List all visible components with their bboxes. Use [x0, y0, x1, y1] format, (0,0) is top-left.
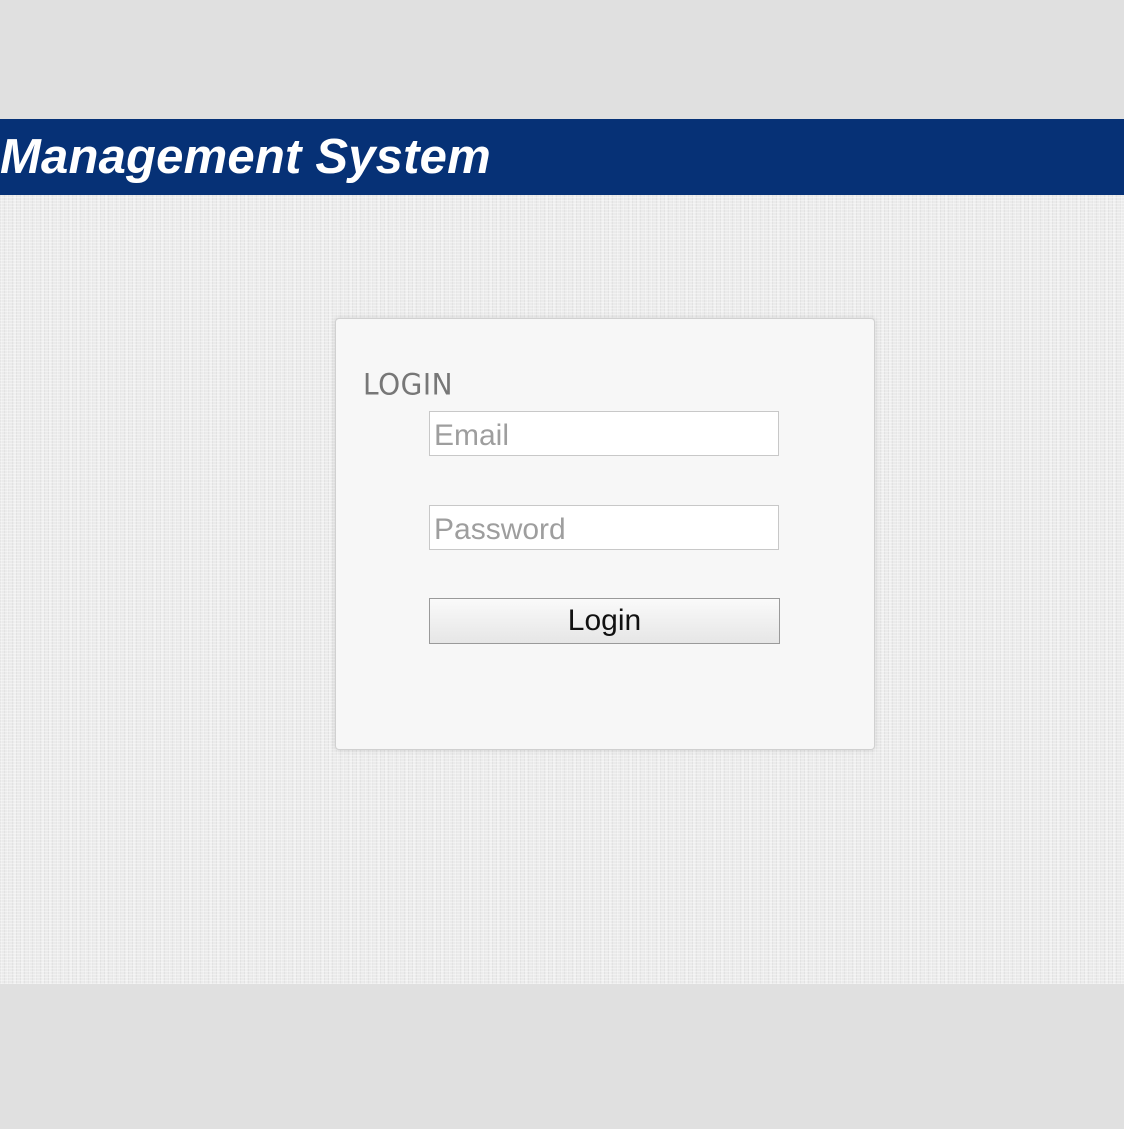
app-title: Management System — [0, 130, 491, 184]
page: Management System LOGIN Login — [0, 0, 1124, 1129]
login-button[interactable]: Login — [429, 598, 780, 644]
password-field[interactable] — [429, 505, 779, 550]
login-form: LOGIN Login — [335, 318, 875, 750]
header-bar: Management System — [0, 119, 1124, 195]
email-field[interactable] — [429, 411, 779, 456]
login-heading: LOGIN — [363, 367, 454, 402]
